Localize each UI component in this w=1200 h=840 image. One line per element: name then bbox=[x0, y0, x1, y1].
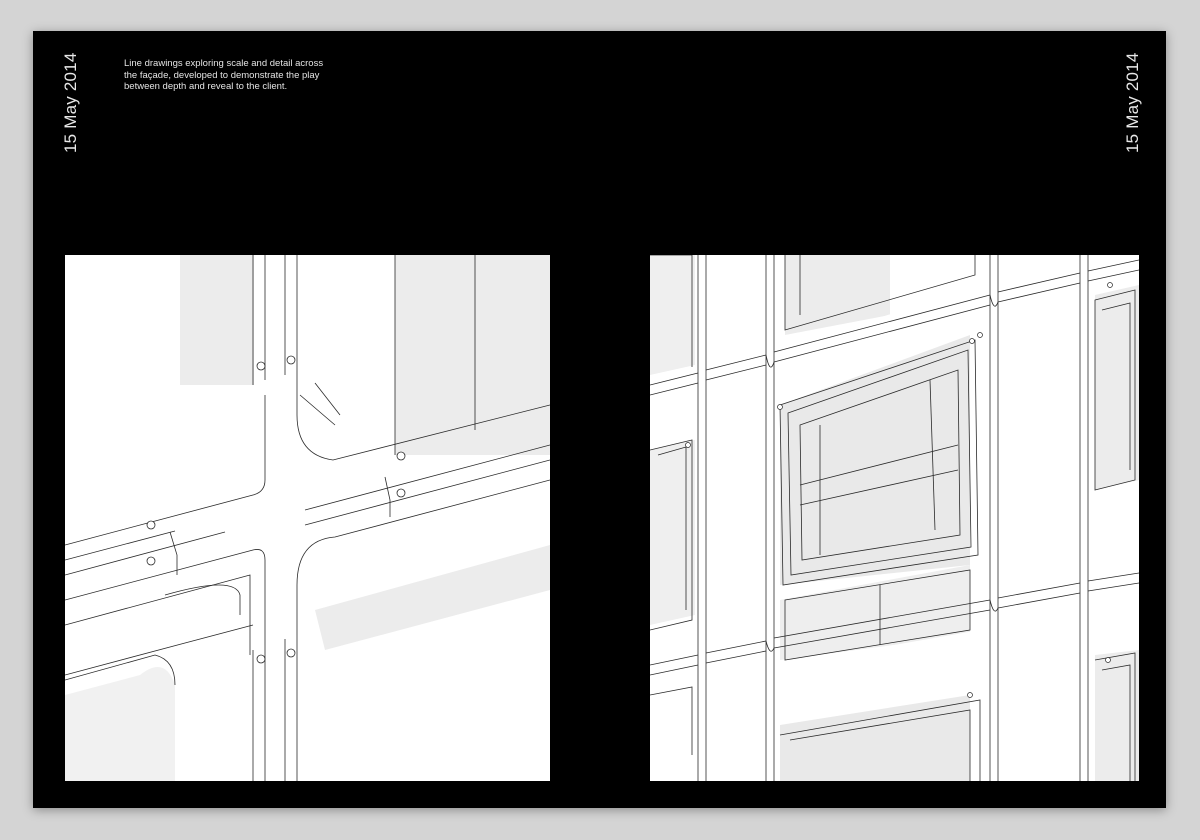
caption: Line drawings exploring scale and detail… bbox=[124, 58, 364, 93]
drawing-left bbox=[65, 255, 550, 781]
facade-grid-drawing bbox=[650, 255, 1139, 781]
date-label-right: 15 May 2014 bbox=[1123, 52, 1142, 154]
date-label-left: 15 May 2014 bbox=[61, 52, 80, 154]
document-spread: 15 May 2014 15 May 2014 Line drawings ex… bbox=[33, 31, 1166, 808]
caption-line-1: Line drawings exploring scale and detail… bbox=[124, 58, 324, 69]
drawing-right bbox=[650, 255, 1139, 781]
caption-line-3: between depth and reveal to the client. bbox=[124, 81, 288, 92]
facade-node-drawing bbox=[65, 255, 550, 781]
caption-line-2: the façade, developed to demonstrate the… bbox=[124, 69, 320, 81]
